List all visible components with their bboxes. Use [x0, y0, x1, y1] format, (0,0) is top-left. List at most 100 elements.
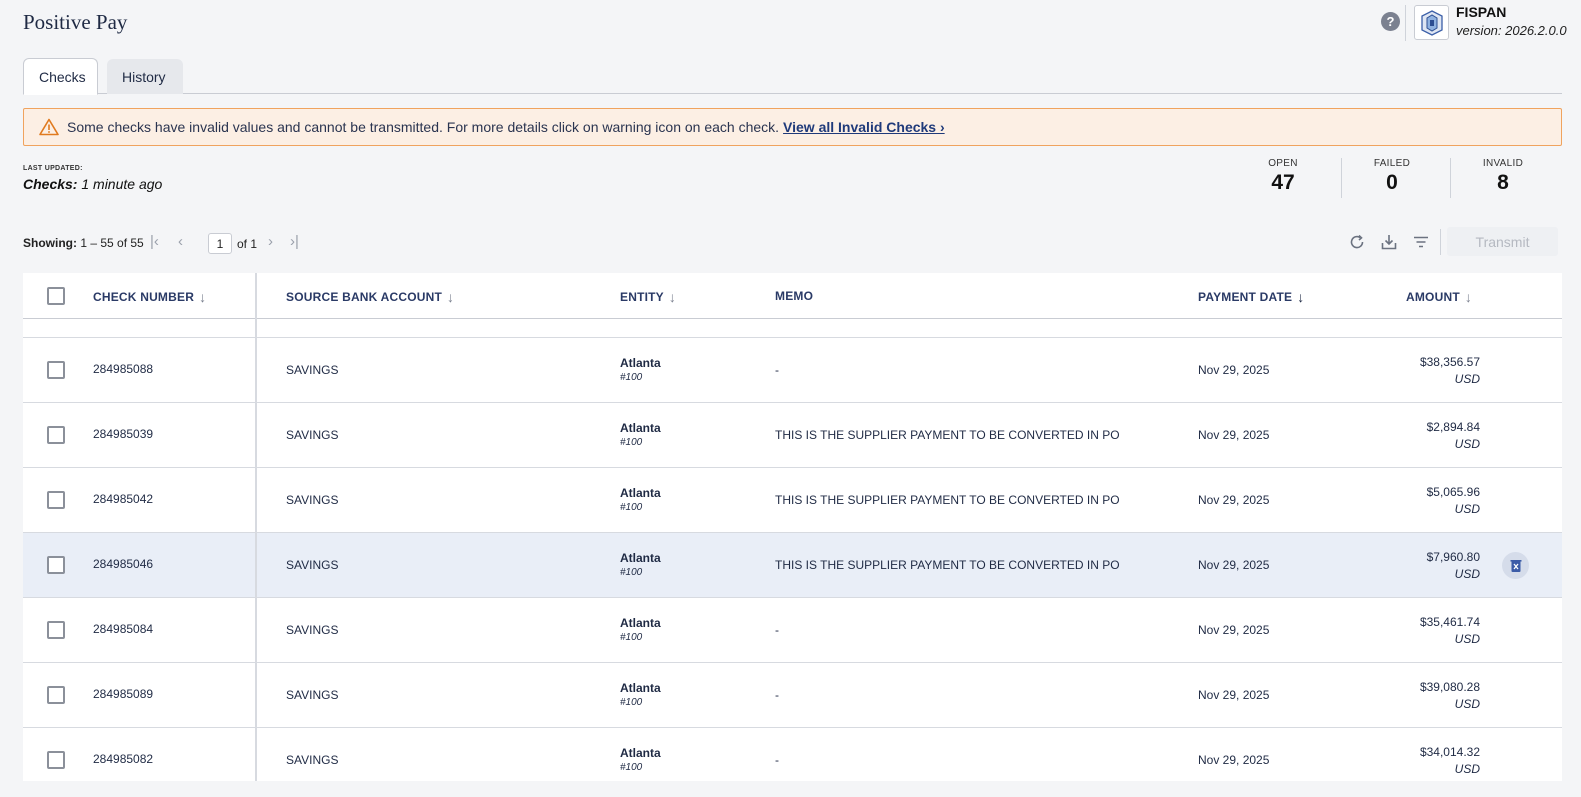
view-invalid-checks-link[interactable]: View all Invalid Checks ›: [783, 119, 945, 135]
row-checkbox[interactable]: [47, 751, 65, 769]
row-checkbox[interactable]: [47, 621, 65, 639]
check-number: 284985082: [93, 752, 154, 766]
filter-icon[interactable]: [1411, 232, 1431, 252]
column-label: CHECK NUMBER: [93, 290, 195, 304]
entity: Atlanta #100: [620, 681, 661, 708]
entity-name: Atlanta: [620, 356, 661, 370]
warning-icon: [39, 118, 59, 136]
source-account: SAVINGS: [286, 753, 339, 767]
table-row[interactable]: 284985046 SAVINGS Atlanta #100 THIS IS TH…: [23, 533, 1562, 598]
memo: THIS IS THE SUPPLIER PAYMENT TO BE CONVE…: [775, 493, 1120, 507]
amount-currency: USD: [1454, 502, 1480, 516]
entity-name: Atlanta: [620, 616, 661, 630]
amount: $38,356.57 USD: [1420, 355, 1480, 386]
amount-currency: USD: [1454, 567, 1480, 581]
column-check-number[interactable]: CHECK NUMBER ↓: [93, 289, 206, 305]
payment-date: Nov 29, 2025: [1198, 493, 1270, 507]
amount-currency: USD: [1454, 697, 1480, 711]
download-icon[interactable]: [1379, 232, 1399, 252]
showing-label: Showing:: [23, 236, 77, 250]
showing-range: 1 – 55 of 55: [80, 236, 144, 250]
column-memo: MEMO: [775, 289, 813, 303]
stat-open-value: 47: [1271, 171, 1295, 194]
transmit-button[interactable]: Transmit: [1447, 227, 1558, 256]
check-number: 284985039: [93, 427, 154, 441]
brand-version: version: 2026.2.0.0: [1456, 23, 1567, 38]
table-row-partial: [23, 319, 1562, 338]
table-row[interactable]: 284985042 SAVINGS Atlanta #100 THIS IS TH…: [23, 468, 1562, 533]
last-page-icon[interactable]: ›|: [290, 233, 299, 250]
stat-open-label: OPEN: [1268, 158, 1298, 169]
source-account: SAVINGS: [286, 363, 339, 377]
payment-date: Nov 29, 2025: [1198, 363, 1270, 377]
column-entity[interactable]: ENTITY ↓: [620, 289, 676, 305]
column-label: PAYMENT DATE: [1198, 290, 1293, 304]
pagination-summary: Showing: 1 – 55 of 55: [23, 236, 144, 250]
payment-date: Nov 29, 2025: [1198, 623, 1270, 637]
next-page-icon[interactable]: ›: [268, 233, 273, 250]
amount-value: $7,960.80: [1426, 550, 1480, 564]
table-row[interactable]: 284985039 SAVINGS Atlanta #100 THIS IS TH…: [23, 403, 1562, 468]
sort-arrow-icon: ↓: [1464, 289, 1473, 305]
amount-value: $39,080.28: [1419, 680, 1480, 694]
payment-date: Nov 29, 2025: [1198, 428, 1270, 442]
row-checkbox[interactable]: [47, 491, 65, 509]
table-row[interactable]: 284985089 SAVINGS Atlanta #100 - Nov 29, …: [23, 663, 1562, 728]
page-number-input[interactable]: [208, 233, 232, 254]
select-all-checkbox[interactable]: [47, 287, 65, 305]
tab-history[interactable]: History: [107, 59, 183, 94]
column-label: MEMO: [775, 289, 814, 303]
table-row[interactable]: 284985088 SAVINGS Atlanta #100 - Nov 29, …: [23, 338, 1562, 403]
row-checkbox[interactable]: [47, 686, 65, 704]
memo: -: [775, 623, 779, 637]
refresh-icon[interactable]: [1347, 232, 1367, 252]
last-updated-value: Checks: 1 minute ago: [23, 176, 162, 192]
tab-bar: Checks History: [23, 58, 1562, 95]
amount-currency: USD: [1454, 762, 1480, 776]
payment-date: Nov 29, 2025: [1198, 558, 1270, 572]
entity-name: Atlanta: [620, 486, 661, 500]
check-number: 284985088: [93, 362, 154, 376]
column-source-bank-account[interactable]: SOURCE BANK ACCOUNT ↓: [286, 289, 454, 305]
row-checkbox[interactable]: [47, 426, 65, 444]
entity-name: Atlanta: [620, 551, 661, 565]
sort-arrow-icon: ↓: [1297, 289, 1305, 305]
row-checkbox[interactable]: [47, 556, 65, 574]
stat-invalid-value: 8: [1497, 171, 1509, 194]
entity: Atlanta #100: [620, 551, 661, 578]
page-count: of 1: [237, 237, 258, 251]
row-checkbox[interactable]: [47, 361, 65, 379]
sort-arrow-icon: ↓: [668, 289, 677, 305]
toolbar-divider: [1440, 229, 1441, 255]
entity: Atlanta #100: [620, 486, 661, 513]
fispan-logo: [1414, 5, 1449, 40]
sort-arrow-icon: ↓: [199, 289, 207, 305]
delete-check-icon[interactable]: [1502, 552, 1529, 579]
column-payment-date[interactable]: PAYMENT DATE ↓: [1198, 289, 1304, 305]
column-label: SOURCE BANK ACCOUNT: [286, 290, 443, 304]
amount-value: $5,065.96: [1426, 485, 1480, 499]
amount-currency: USD: [1454, 372, 1480, 386]
tab-checks[interactable]: Checks: [23, 58, 98, 95]
checks-label: Checks:: [23, 176, 78, 192]
payment-date: Nov 29, 2025: [1198, 753, 1270, 767]
stat-failed: FAILED 0: [1342, 158, 1442, 195]
brand-name: FISPAN: [1456, 4, 1507, 20]
checks-updated-time: 1 minute ago: [81, 176, 163, 192]
page-title: Positive Pay: [23, 10, 128, 34]
column-label: ENTITY: [620, 290, 664, 304]
entity-id: #100: [620, 502, 643, 513]
help-icon[interactable]: ?: [1381, 12, 1400, 31]
column-label: AMOUNT: [1406, 290, 1460, 304]
first-page-icon[interactable]: |‹: [150, 233, 159, 250]
table-row[interactable]: 284985082 SAVINGS Atlanta #100 - Nov 29, …: [23, 728, 1562, 781]
amount: $35,461.74 USD: [1420, 615, 1480, 646]
stat-failed-label: FAILED: [1373, 158, 1411, 169]
table-row[interactable]: 284985084 SAVINGS Atlanta #100 - Nov 29, …: [23, 598, 1562, 663]
prev-page-icon[interactable]: ‹: [178, 233, 183, 250]
entity-id: #100: [620, 762, 643, 773]
source-account: SAVINGS: [286, 558, 339, 572]
column-amount[interactable]: AMOUNT ↓: [1406, 289, 1472, 305]
amount: $5,065.96 USD: [1427, 485, 1480, 516]
entity-id: #100: [620, 372, 643, 383]
